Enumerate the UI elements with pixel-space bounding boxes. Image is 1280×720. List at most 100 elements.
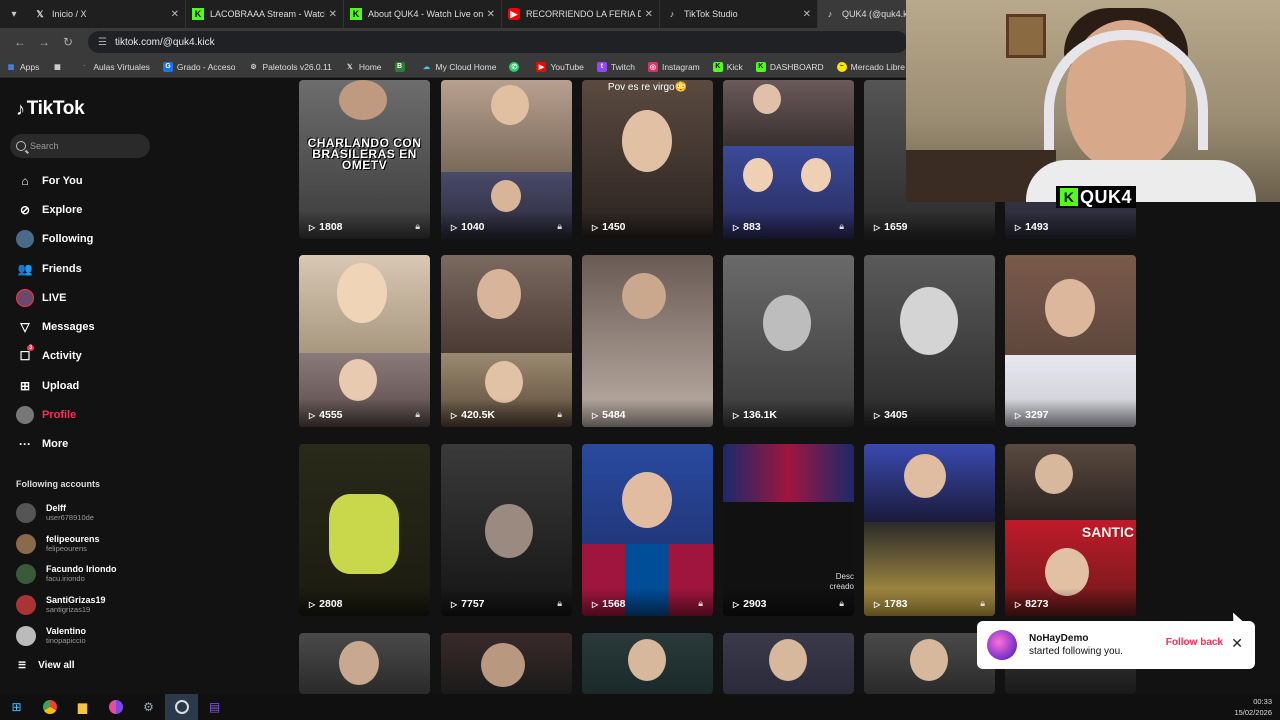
browser-tab[interactable]: ♪ TikTok Studio ✕ [660, 0, 818, 28]
menu-item-activity[interactable]: ☐ 3 Activity [16, 345, 82, 367]
video-card[interactable]: ▷ 420.5K 🔒︎ [441, 255, 572, 427]
bookmark[interactable]: ▦ Apps [6, 62, 40, 72]
lock-icon: 🔒︎ [839, 221, 844, 231]
back-icon[interactable]: ← [8, 35, 32, 49]
lock-icon: 🔒︎ [415, 409, 420, 419]
browser-tab[interactable]: 𝕏 Inicio / X ✕ [28, 0, 186, 28]
bookmark[interactable]: K Kick [712, 61, 743, 72]
steam-icon[interactable]: ⚙ [132, 694, 165, 720]
video-card[interactable]: ▷ 1783 🔒︎ [864, 444, 995, 616]
menu-item-friends[interactable]: 👥 Friends [16, 258, 82, 280]
bookmark[interactable]: ▶ YouTube [536, 61, 584, 72]
chrome-profile-icon[interactable] [99, 694, 132, 720]
forward-icon[interactable]: → [32, 35, 56, 49]
browser-tab[interactable]: K About QUK4 - Watch Live on K ✕ [344, 0, 502, 28]
browser-tab[interactable]: ▶RECORRIENDO LA FERIA DE SO✕ [502, 0, 660, 28]
bookmark[interactable]: · Aulas Virtuales [79, 62, 150, 72]
view-count: ▷ 420.5K [451, 409, 496, 421]
menu-item-for-you[interactable]: ⌂ For You [16, 170, 82, 192]
video-card[interactable] [441, 633, 572, 694]
bookmark[interactable]: ⚙ Paletools v26.0.11 [249, 62, 331, 72]
video-card[interactable]: ▷ 1040 🔒︎ [441, 80, 572, 239]
thumbnail-top [441, 255, 572, 353]
menu-item-upload[interactable]: ⊞ Upload [16, 375, 79, 397]
close-tab-icon[interactable]: ✕ [487, 9, 495, 20]
menu-item-explore[interactable]: ⊘ Explore [16, 199, 82, 221]
video-card[interactable]: Desc creado ▷ 2903 🔒︎ [723, 444, 854, 616]
video-card[interactable]: CHARLANDO CON BRASILERAS EN OMETV ▷ 1808 … [299, 80, 430, 239]
file-explorer-icon[interactable]: ▆ [66, 694, 99, 720]
browser-tab[interactable]: KLACOBRAAA Stream - Watch Live✕ [186, 0, 344, 28]
system-clock[interactable]: 00:33 15/02/2026 [1234, 696, 1272, 718]
bookmark[interactable]: ✆ [509, 61, 523, 72]
video-card[interactable]: ▷ 7757 🔒︎ [441, 444, 572, 616]
menu-item-live[interactable]: LIVE [16, 287, 66, 309]
tiktok-logo[interactable]: ♪ TikTok [16, 98, 85, 120]
bookmark[interactable]: ☁ My Cloud Home [422, 62, 496, 72]
video-card[interactable] [299, 633, 430, 694]
bookmark[interactable]: K DASHBOARD [755, 61, 824, 72]
play-icon: ▷ [1015, 599, 1022, 609]
bookmark[interactable]: 𝕏 Home [345, 62, 382, 72]
video-card[interactable]: ▷ 2808 [299, 444, 430, 616]
thumbnail-face [622, 110, 672, 172]
tab-search-icon[interactable]: ▾ [0, 0, 28, 28]
kick-logo-icon: K [755, 61, 766, 72]
thumbnail-face [622, 273, 666, 319]
view-all-button[interactable]: ☰ View all [18, 660, 75, 671]
bookmark[interactable]: t Twitch [596, 61, 635, 72]
video-card[interactable]: ▷ 136.1K [723, 255, 854, 427]
close-icon[interactable]: ✕ [1231, 635, 1243, 652]
chrome-icon[interactable] [33, 694, 66, 720]
close-tab-icon[interactable]: ✕ [803, 9, 811, 20]
video-card[interactable]: Pov es re virgo😳 ▷ 1450 [582, 80, 713, 239]
video-card[interactable]: ▷ 883 🔒︎ [723, 80, 854, 239]
green-icon: B [394, 61, 405, 72]
video-caption-overlay: CHARLANDO CON BRASILERAS EN OMETV [307, 136, 422, 172]
bookmark[interactable]: G Grado - Acceso [162, 61, 236, 72]
video-card[interactable]: ▷ 4555 🔒︎ [299, 255, 430, 427]
account-item[interactable]: Valentino tinopapiccio [16, 626, 86, 646]
view-count: ▷ 1568 [592, 598, 626, 610]
menu-item-messages[interactable]: ▽ Messages [16, 316, 94, 338]
menu-item-more[interactable]: ··· More [16, 433, 68, 455]
video-card[interactable]: ▷ 1568 🔒︎ [582, 444, 713, 616]
account-item[interactable]: felipeourens felipeourens [16, 534, 100, 554]
close-tab-icon[interactable]: ✕ [645, 9, 653, 20]
account-item[interactable]: SantiGrizas19 santigrizas19 [16, 595, 106, 615]
paletools-icon: ⚙ [250, 63, 257, 71]
windows-start-icon[interactable]: ⊞ [0, 694, 33, 720]
account-item[interactable]: Delff user678910de [16, 503, 94, 523]
url-input[interactable]: ☰ tiktok.com/@quk4.kick [88, 31, 908, 53]
reload-icon[interactable]: ↻ [56, 35, 80, 49]
youtube-logo-icon: ▶ [508, 8, 520, 20]
close-tab-icon[interactable]: ✕ [171, 9, 179, 20]
video-card[interactable]: ▷ 5484 [582, 255, 713, 427]
bookmark[interactable]: B [394, 61, 409, 72]
account-item[interactable]: Facundo Iriondo facu.iriondo [16, 564, 117, 584]
video-card[interactable]: ▷ 3297 [1005, 255, 1136, 427]
view-count: ▷ 8273 [1015, 598, 1049, 610]
play-icon: ▷ [309, 599, 316, 609]
search-input[interactable]: Search [10, 134, 150, 158]
generic-icon: · [83, 63, 86, 70]
follow-notification: NoHayDemo started following you. Follow … [977, 621, 1255, 669]
site-info-icon[interactable]: ☰ [98, 37, 107, 48]
video-card[interactable]: SANTIC ▷ 8273 [1005, 444, 1136, 616]
close-tab-icon[interactable]: ✕ [329, 9, 337, 20]
obs-icon[interactable] [165, 694, 198, 720]
video-card[interactable] [723, 633, 854, 694]
video-card[interactable] [582, 633, 713, 694]
thumbnail-face [1035, 454, 1073, 494]
menu-item-profile[interactable]: Profile [16, 404, 76, 426]
follow-back-button[interactable]: Follow back [1166, 637, 1223, 648]
kick-logo-icon: K [350, 8, 362, 20]
bookmark[interactable]: ▦ [52, 62, 66, 72]
video-card[interactable] [864, 633, 995, 694]
bookmark[interactable]: ◎ Instagram [647, 61, 700, 72]
video-card[interactable]: ▷ 3405 [864, 255, 995, 427]
avatar[interactable] [987, 630, 1017, 660]
clapper-icon[interactable]: ▤ [198, 694, 231, 720]
menu-item-following[interactable]: Following [16, 228, 93, 250]
activity-badge: 3 [27, 345, 35, 351]
